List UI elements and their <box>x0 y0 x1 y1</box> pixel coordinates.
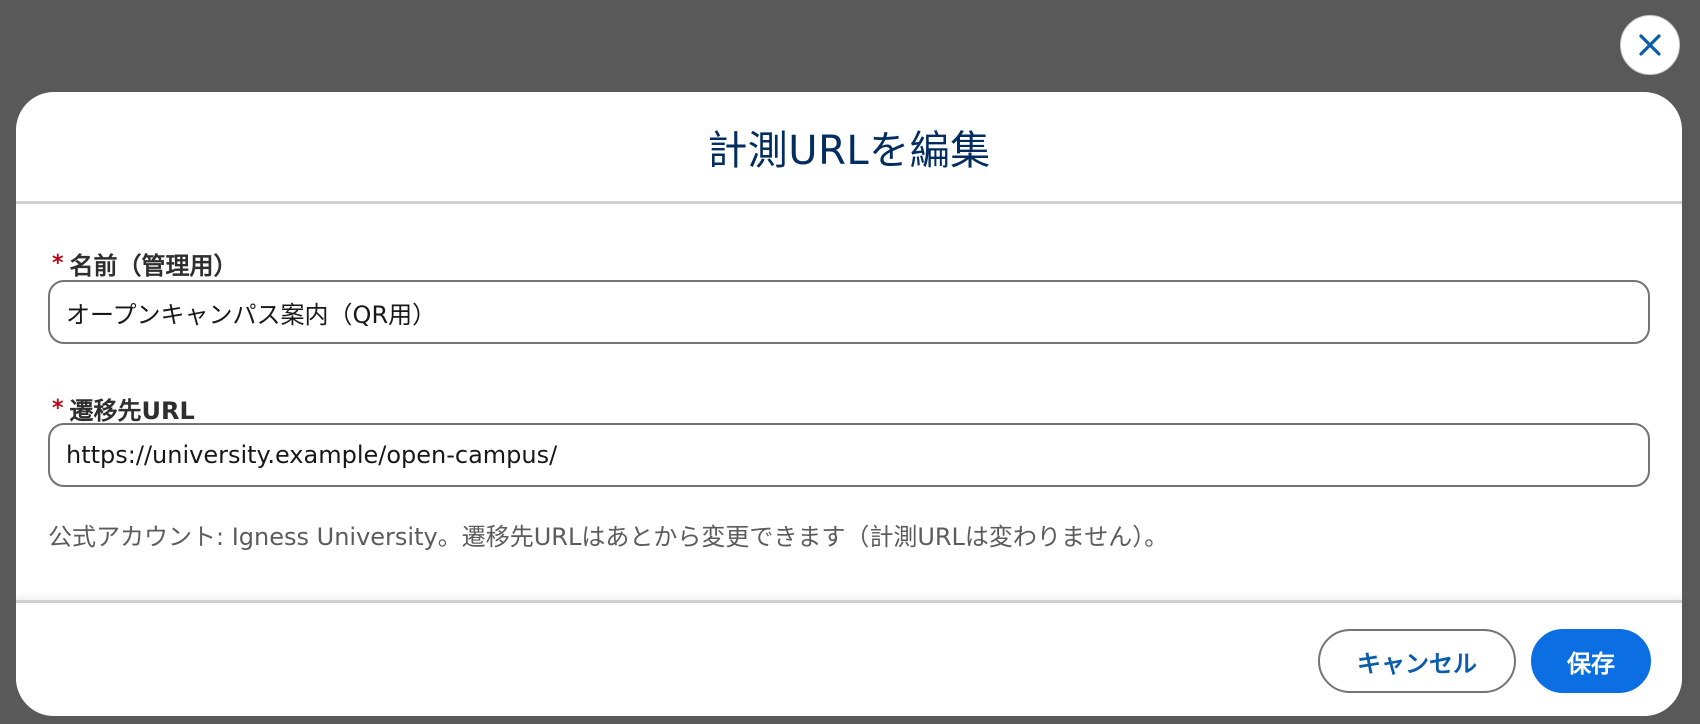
name-field-label: * 名前（管理用） <box>52 246 238 281</box>
dialog-title: 計測URLを編集 <box>707 127 991 174</box>
required-mark: * <box>52 251 64 276</box>
edit-tracking-url-dialog: 計測URLを編集 * 名前（管理用） * 遷移先URL 公式アカウント: Ign… <box>16 92 1682 716</box>
cancel-button[interactable]: キャンセル <box>1318 629 1516 693</box>
url-field-label: * 遷移先URL <box>52 391 195 426</box>
help-text: 公式アカウント: Igness University。遷移先URLはあとから変更… <box>48 523 1169 551</box>
required-mark: * <box>52 396 64 421</box>
name-input[interactable] <box>48 280 1650 344</box>
save-button[interactable]: 保存 <box>1531 629 1651 693</box>
url-field-label-text: 遷移先URL <box>69 397 195 425</box>
destination-url-input[interactable] <box>48 423 1650 487</box>
close-icon <box>1637 32 1663 58</box>
dialog-header: 計測URLを編集 <box>16 92 1682 204</box>
name-field-label-text: 名前（管理用） <box>69 252 238 280</box>
close-button[interactable] <box>1620 15 1680 75</box>
dialog-footer: キャンセル 保存 <box>16 600 1682 716</box>
